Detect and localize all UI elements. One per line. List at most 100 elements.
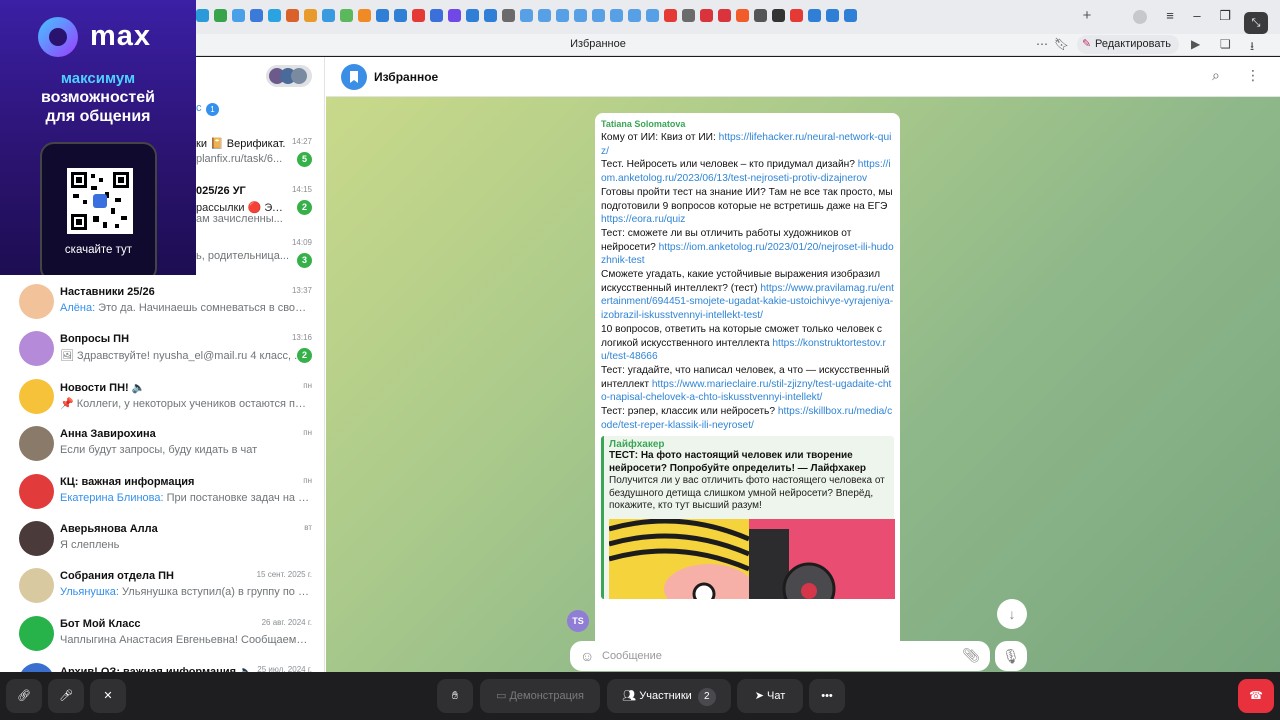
- message-link[interactable]: https://eora.ru/quiz: [601, 214, 685, 225]
- browser-tab-icon[interactable]: [466, 9, 479, 22]
- folder-tab[interactable]: с: [196, 102, 202, 114]
- browser-tab-icon[interactable]: [448, 9, 461, 22]
- restore-icon[interactable]: ❐: [1216, 8, 1234, 24]
- max-ad-banner[interactable]: max максимум возможностей для общения ск…: [0, 0, 196, 275]
- preview-title: ТЕСТ: На фото настоящий человек или твор…: [609, 450, 866, 474]
- download-icon[interactable]: ⭳: [1250, 37, 1254, 58]
- browser-tab-icon[interactable]: [826, 9, 839, 22]
- browser-tab-icon[interactable]: [592, 9, 605, 22]
- browser-tab-icon[interactable]: [340, 9, 353, 22]
- screen-share-button[interactable]: ▭ Демонстрация: [480, 679, 600, 713]
- link-preview-card[interactable]: Лайфхакер ТЕСТ: На фото настоящий челове…: [601, 436, 895, 599]
- browser-tab-icon[interactable]: [268, 9, 281, 22]
- chat-row[interactable]: Вопросы ПН 🖼 Здравствуйте! nyusha_el@mail…: [8, 325, 324, 372]
- stories-avatars[interactable]: [266, 65, 312, 87]
- browser-tab-icon[interactable]: [610, 9, 623, 22]
- attach-icon[interactable]: 📎︎: [962, 647, 980, 664]
- chat-avatar: [19, 663, 54, 672]
- chat-button[interactable]: ➤ Чат: [737, 679, 803, 713]
- browser-tab-icon[interactable]: [394, 9, 407, 22]
- browser-tab-icon[interactable]: [718, 9, 731, 22]
- new-tab-button[interactable]: +: [1079, 8, 1095, 24]
- message-composer[interactable]: ☺ Сообщение 📎︎: [570, 641, 990, 671]
- browser-tab-icon[interactable]: [736, 9, 749, 22]
- browser-tab-icon[interactable]: [286, 9, 299, 22]
- browser-tab-icon[interactable]: [196, 9, 209, 22]
- emoji-icon[interactable]: ☺: [580, 648, 594, 664]
- microphone-button[interactable]: 🎤︎: [48, 679, 84, 713]
- chat-row[interactable]: Собрания отдела ПН Ульянушка: Ульянушка в…: [8, 562, 324, 609]
- message-line: Тест: рэпер, классик или нейросеть? http…: [601, 406, 893, 431]
- raise-hand-button[interactable]: ✋︎: [437, 679, 473, 713]
- chat-name: Собрания отдела ПН: [60, 570, 174, 583]
- link-button[interactable]: 🔗︎: [6, 679, 42, 713]
- browser-tab-icon[interactable]: [754, 9, 767, 22]
- saved-messages-avatar[interactable]: [341, 64, 367, 90]
- browser-tab-icon[interactable]: [214, 9, 227, 22]
- chat-row[interactable]: Бот Мой Класс Чаплыгина Анастасия Евгенье…: [8, 610, 324, 657]
- edit-button[interactable]: ✎ Редактировать: [1077, 35, 1179, 54]
- preview-site-name: Лайфхакер: [609, 439, 665, 451]
- browser-tab-icon[interactable]: [520, 9, 533, 22]
- browser-tab-icon[interactable]: [412, 9, 425, 22]
- chat-time: 14:15: [291, 185, 312, 194]
- browser-tab-icon[interactable]: [232, 9, 245, 22]
- chat-row[interactable]: Наставники 25/26 Алёна: Это да. Начинаешь…: [8, 278, 324, 325]
- profile-avatar[interactable]: [1133, 10, 1147, 24]
- browser-tab-icon[interactable]: [772, 9, 785, 22]
- chat-preview-text: 🖼 Здравствуйте! nyusha_el@mail.ru 4 клас…: [60, 350, 304, 363]
- chat-row[interactable]: КЦ: важная информация Екатерина Блинова: …: [8, 468, 324, 515]
- message-bubble[interactable]: Tatiana Solomatova Кому от ИИ: Квиз от И…: [595, 113, 900, 643]
- more-icon[interactable]: ⋯: [1036, 37, 1048, 51]
- hang-up-button[interactable]: ☎︎: [1238, 679, 1274, 713]
- sender-avatar[interactable]: TS: [567, 610, 589, 632]
- browser-tab-icon[interactable]: [250, 9, 263, 22]
- browser-tab-icon[interactable]: [646, 9, 659, 22]
- browser-tab-icon[interactable]: [538, 9, 551, 22]
- chat-name: Вопросы ПН: [60, 333, 130, 346]
- browser-tab-icon[interactable]: [430, 9, 443, 22]
- more-button[interactable]: •••: [809, 679, 845, 713]
- collections-icon[interactable]: ❏: [1220, 37, 1231, 51]
- camera-off-button[interactable]: ✕: [90, 679, 126, 713]
- participants-button[interactable]: 👥︎ Участники 2: [607, 679, 731, 713]
- chat-row[interactable]: Новости ПН! 🔈 📌 Коллеги, у некоторых учен…: [8, 373, 324, 420]
- browser-tab-icon[interactable]: [304, 9, 317, 22]
- search-icon[interactable]: ⌕: [1212, 67, 1220, 84]
- browser-tab-icon[interactable]: [790, 9, 803, 22]
- chat-title[interactable]: Избранное: [374, 70, 438, 84]
- chat-row[interactable]: Анна Завирохина Если будут запросы, буду …: [8, 420, 324, 467]
- browser-tab-icon[interactable]: [502, 9, 515, 22]
- browser-tab-icon[interactable]: [556, 9, 569, 22]
- preview-image[interactable]: [609, 518, 895, 599]
- participants-count: 2: [697, 688, 716, 706]
- message-input[interactable]: Сообщение: [602, 650, 662, 662]
- pencil-icon: ✎: [1082, 38, 1092, 50]
- chat-preview-text: Чаплыгина Анастасия Евгеньевна! Сообщаем…: [60, 633, 310, 646]
- minimize-icon[interactable]: –: [1188, 8, 1206, 23]
- browser-tab-icon[interactable]: [376, 9, 389, 22]
- chat-name: Новости ПН! 🔈: [60, 381, 146, 394]
- more-vertical-icon[interactable]: ⋮: [1246, 67, 1260, 84]
- preview-description: Получится ли у вас отличить фото настоящ…: [609, 475, 885, 512]
- voice-record-button[interactable]: 🎙︎: [995, 641, 1027, 671]
- browser-tab-icon[interactable]: [808, 9, 821, 22]
- browser-tab-icon[interactable]: [322, 9, 335, 22]
- browser-tab-icon[interactable]: [664, 9, 677, 22]
- browser-tab-icon[interactable]: [628, 9, 641, 22]
- browser-tab-icon[interactable]: [844, 9, 857, 22]
- scroll-down-button[interactable]: ↓: [997, 599, 1027, 629]
- fullscreen-exit-icon[interactable]: ⤡: [1244, 12, 1268, 34]
- browser-tab-icon[interactable]: [484, 9, 497, 22]
- chat-row[interactable]: Аверьянова Алла Я слеплень вт: [8, 515, 324, 562]
- menu-icon[interactable]: ≡: [1161, 8, 1179, 23]
- browser-tab-icon[interactable]: [682, 9, 695, 22]
- qr-code[interactable]: [67, 168, 133, 234]
- browser-tab-icon[interactable]: [358, 9, 371, 22]
- browser-tab-icon[interactable]: [700, 9, 713, 22]
- bookmark-icon[interactable]: 🔖︎: [1054, 37, 1069, 51]
- chat-time: вт: [304, 523, 312, 532]
- browser-tab-icon[interactable]: [574, 9, 587, 22]
- chat-row[interactable]: Архив! ОЗ: важная информация 🔈 25 июл. 20…: [8, 657, 324, 672]
- play-icon[interactable]: ▶: [1191, 37, 1200, 51]
